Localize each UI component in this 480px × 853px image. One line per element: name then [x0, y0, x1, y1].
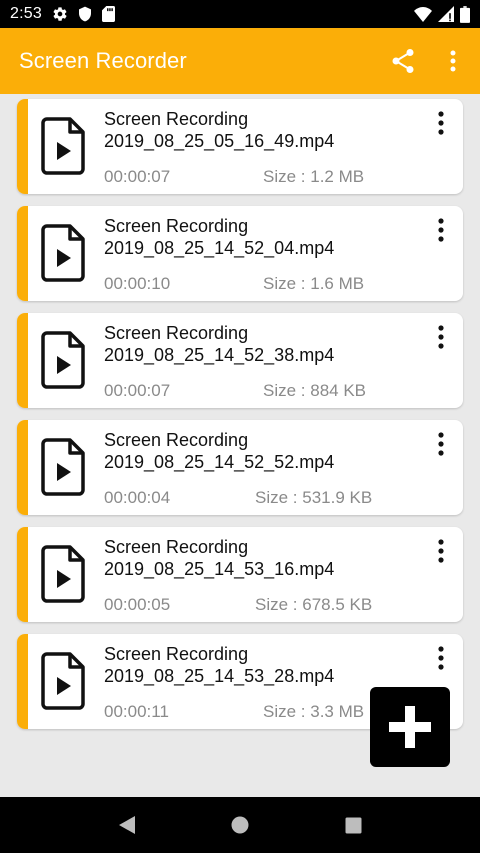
more-vert-icon	[438, 539, 444, 563]
more-vert-icon	[438, 325, 444, 349]
card-accent-stripe	[17, 634, 28, 729]
card-accent-stripe	[17, 527, 28, 622]
more-vert-icon	[438, 646, 444, 670]
recording-duration: 00:00:11	[104, 702, 169, 721]
more-vert-icon	[438, 432, 444, 456]
recording-title: Screen Recording	[104, 430, 249, 450]
recording-title: Screen Recording	[104, 323, 249, 343]
recording-more-button[interactable]	[429, 323, 453, 351]
recording-title: Screen Recording	[104, 644, 249, 664]
video-file-icon	[41, 545, 85, 603]
recording-duration: 00:00:05	[104, 595, 171, 614]
plus-icon	[389, 706, 431, 748]
more-vert-icon	[450, 50, 456, 72]
gear-icon	[52, 6, 68, 22]
recording-filename: 2019_08_25_14_52_38.mp4	[104, 345, 335, 365]
recording-title: Screen Recording	[104, 537, 249, 557]
card-accent-stripe	[17, 99, 28, 194]
video-file-icon	[41, 652, 85, 710]
recording-card[interactable]: Screen Recording 2019_08_25_14_52_52.mp4…	[17, 420, 463, 515]
shield-icon	[78, 6, 92, 22]
status-right-icons	[414, 5, 470, 23]
recording-more-button[interactable]	[429, 216, 453, 244]
card-accent-stripe	[17, 313, 28, 408]
recording-more-button[interactable]	[429, 537, 453, 565]
recording-title: Screen Recording	[104, 109, 249, 129]
nav-recents-button[interactable]	[333, 805, 373, 845]
more-vert-icon	[438, 111, 444, 135]
more-vert-icon	[438, 218, 444, 242]
recording-size: Size : 3.3 MB	[263, 702, 365, 721]
recording-card[interactable]: Screen Recording 2019_08_25_14_52_04.mp4…	[17, 206, 463, 301]
app-title: Screen Recorder	[19, 48, 187, 73]
recording-duration: 00:00:10	[104, 274, 171, 293]
app-actions	[388, 41, 468, 81]
app-bar: Screen Recorder	[0, 28, 480, 94]
status-left-icons	[52, 6, 115, 22]
battery-icon	[460, 5, 470, 23]
recording-card[interactable]: Screen Recording 2019_08_25_14_52_38.mp4…	[17, 313, 463, 408]
recording-filename: 2019_08_25_14_52_04.mp4	[104, 238, 335, 258]
recording-name: Screen Recording 2019_08_25_05_16_49.mp4	[104, 108, 394, 152]
recording-duration: 00:00:04	[104, 488, 171, 507]
video-file-icon	[41, 331, 85, 389]
sd-card-icon	[101, 6, 115, 22]
video-file-icon	[41, 224, 85, 282]
wifi-icon	[414, 6, 432, 22]
recording-size: Size : 1.6 MB	[263, 274, 365, 293]
card-accent-stripe	[17, 420, 28, 515]
recording-title: Screen Recording	[104, 216, 249, 236]
share-icon	[391, 48, 415, 74]
recording-more-button[interactable]	[429, 430, 453, 458]
recording-duration: 00:00:07	[104, 167, 171, 186]
recording-name: Screen Recording 2019_08_25_14_53_16.mp4	[104, 536, 394, 580]
recording-more-button[interactable]	[429, 109, 453, 137]
overflow-menu-button[interactable]	[438, 41, 468, 81]
status-bar: 2:53	[0, 0, 480, 28]
add-recording-button[interactable]	[370, 687, 450, 767]
status-time: 2:53	[10, 5, 42, 22]
recording-more-button[interactable]	[429, 644, 453, 672]
recording-name: Screen Recording 2019_08_25_14_52_04.mp4	[104, 215, 394, 259]
recording-filename: 2019_08_25_05_16_49.mp4	[104, 131, 335, 151]
recording-card[interactable]: Screen Recording 2019_08_25_05_16_49.mp4…	[17, 99, 463, 194]
home-icon	[231, 816, 249, 834]
recording-duration: 00:00:07	[104, 381, 171, 400]
system-nav-bar	[0, 797, 480, 853]
recording-name: Screen Recording 2019_08_25_14_52_38.mp4	[104, 322, 394, 366]
video-file-icon	[41, 438, 85, 496]
cell-signal-icon	[438, 6, 454, 22]
back-icon	[118, 816, 135, 834]
recording-name: Screen Recording 2019_08_25_14_53_28.mp4	[104, 643, 394, 687]
recording-filename: 2019_08_25_14_52_52.mp4	[104, 452, 335, 472]
recording-filename: 2019_08_25_14_53_28.mp4	[104, 666, 335, 686]
share-button[interactable]	[388, 41, 418, 81]
recording-filename: 2019_08_25_14_53_16.mp4	[104, 559, 335, 579]
recents-icon	[345, 817, 362, 833]
recording-size: Size : 531.9 KB	[255, 488, 373, 507]
recording-card[interactable]: Screen Recording 2019_08_25_14_53_16.mp4…	[17, 527, 463, 622]
recording-name: Screen Recording 2019_08_25_14_52_52.mp4	[104, 429, 394, 473]
recording-size: Size : 1.2 MB	[263, 167, 365, 186]
recording-size: Size : 884 KB	[263, 381, 367, 400]
nav-home-button[interactable]	[220, 805, 260, 845]
recording-size: Size : 678.5 KB	[255, 595, 373, 614]
recordings-list: Screen Recording 2019_08_25_05_16_49.mp4…	[17, 99, 463, 741]
video-file-icon	[41, 117, 85, 175]
nav-back-button[interactable]	[107, 805, 147, 845]
card-accent-stripe	[17, 206, 28, 301]
